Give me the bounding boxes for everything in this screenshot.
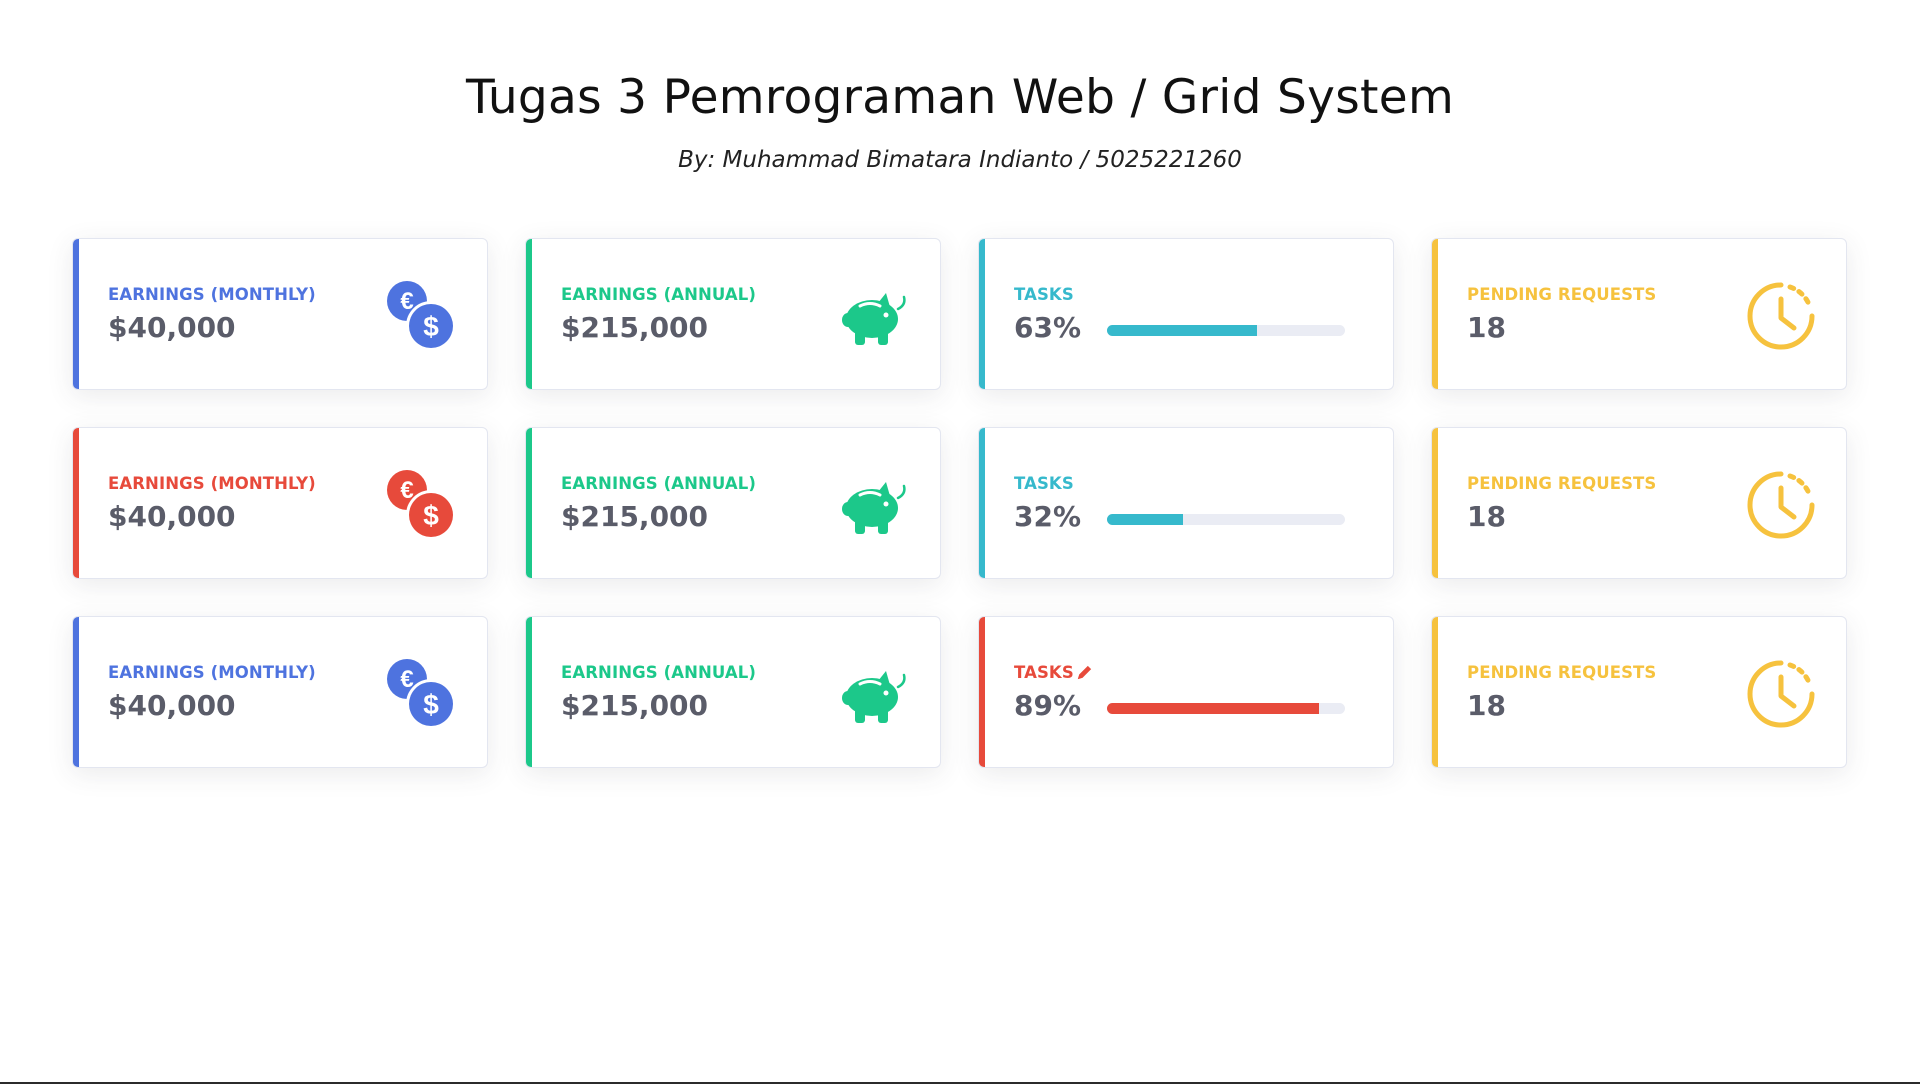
card-value: 18: [1467, 689, 1506, 722]
card-accent-border: [1432, 239, 1438, 389]
piggy-bank-icon: [838, 468, 912, 542]
card-accent-border: [1432, 617, 1438, 767]
card-label: Earnings (Annual): [561, 285, 757, 304]
page-title: Tugas 3 Pemrograman Web / Grid System: [465, 70, 1455, 125]
pending-card: Pending Requests 18: [1431, 427, 1847, 579]
card-accent-border: [526, 428, 532, 578]
card-accent-border: [526, 617, 532, 767]
piggy-bank-icon: [838, 657, 912, 731]
card-value: $215,000: [561, 689, 709, 722]
card-accent-border: [73, 428, 79, 578]
euro-dollar-coins-icon: € $: [385, 279, 459, 353]
clock-icon: [1744, 657, 1818, 731]
card-label: Tasks: [1014, 285, 1074, 304]
card-label: Earnings (Annual): [561, 663, 757, 682]
card-accent-border: [979, 617, 985, 767]
euro-dollar-coins-icon: € $: [385, 657, 459, 731]
card-accent-border: [73, 239, 79, 389]
card-label: Pending Requests: [1467, 663, 1657, 682]
card-value: 89%: [1014, 689, 1082, 722]
progress-bar-fill: [1107, 514, 1184, 525]
card-label: Tasks: [1014, 474, 1074, 493]
card-value: 18: [1467, 500, 1506, 533]
card-accent-border: [979, 428, 985, 578]
card-label: Earnings (Monthly): [108, 474, 316, 493]
earnings-monthly-card: Earnings (Monthly) $40,000 € $: [72, 616, 488, 768]
progress-bar: [1107, 514, 1345, 525]
card-accent-border: [73, 617, 79, 767]
card-label: Tasks: [1014, 663, 1074, 682]
tasks-card: Tasks 89%: [978, 616, 1394, 768]
svg-text:$: $: [423, 500, 439, 531]
card-value: $40,000: [108, 689, 236, 722]
pencil-icon[interactable]: [1075, 663, 1094, 682]
card-grid: Earnings (Monthly) $40,000 € $ Earnings (Ann…: [72, 238, 1848, 768]
earnings-annual-card: Earnings (Annual) $215,000: [525, 238, 941, 390]
pending-card: Pending Requests 18: [1431, 238, 1847, 390]
card-value: 63%: [1014, 311, 1082, 344]
card-accent-border: [979, 239, 985, 389]
clock-icon: [1744, 468, 1818, 542]
earnings-monthly-card: Earnings (Monthly) $40,000 € $: [72, 238, 488, 390]
card-value: 18: [1467, 311, 1506, 344]
card-label: Earnings (Monthly): [108, 663, 316, 682]
card-value: $40,000: [108, 500, 236, 533]
progress-bar-fill: [1107, 703, 1319, 714]
progress-bar: [1107, 703, 1345, 714]
svg-text:$: $: [423, 311, 439, 342]
card-accent-border: [526, 239, 532, 389]
progress-bar-fill: [1107, 325, 1257, 336]
card-value: $215,000: [561, 500, 709, 533]
card-value: 32%: [1014, 500, 1082, 533]
card-label: Earnings (Monthly): [108, 285, 316, 304]
piggy-bank-icon: [838, 279, 912, 353]
card-label: Pending Requests: [1467, 285, 1657, 304]
page-subtitle: By: Muhammad Bimatara Indianto / 5025221…: [678, 147, 1242, 173]
euro-dollar-coins-icon: € $: [385, 468, 459, 542]
card-value: $40,000: [108, 311, 236, 344]
card-value: $215,000: [561, 311, 709, 344]
tasks-card: Tasks 63%: [978, 238, 1394, 390]
svg-text:$: $: [423, 689, 439, 720]
clock-icon: [1744, 279, 1818, 353]
tasks-card: Tasks 32%: [978, 427, 1394, 579]
card-label: Pending Requests: [1467, 474, 1657, 493]
pending-card: Pending Requests 18: [1431, 616, 1847, 768]
earnings-annual-card: Earnings (Annual) $215,000: [525, 427, 941, 579]
earnings-monthly-card: Earnings (Monthly) $40,000 € $: [72, 427, 488, 579]
progress-bar: [1107, 325, 1345, 336]
earnings-annual-card: Earnings (Annual) $215,000: [525, 616, 941, 768]
card-label: Earnings (Annual): [561, 474, 757, 493]
card-accent-border: [1432, 428, 1438, 578]
